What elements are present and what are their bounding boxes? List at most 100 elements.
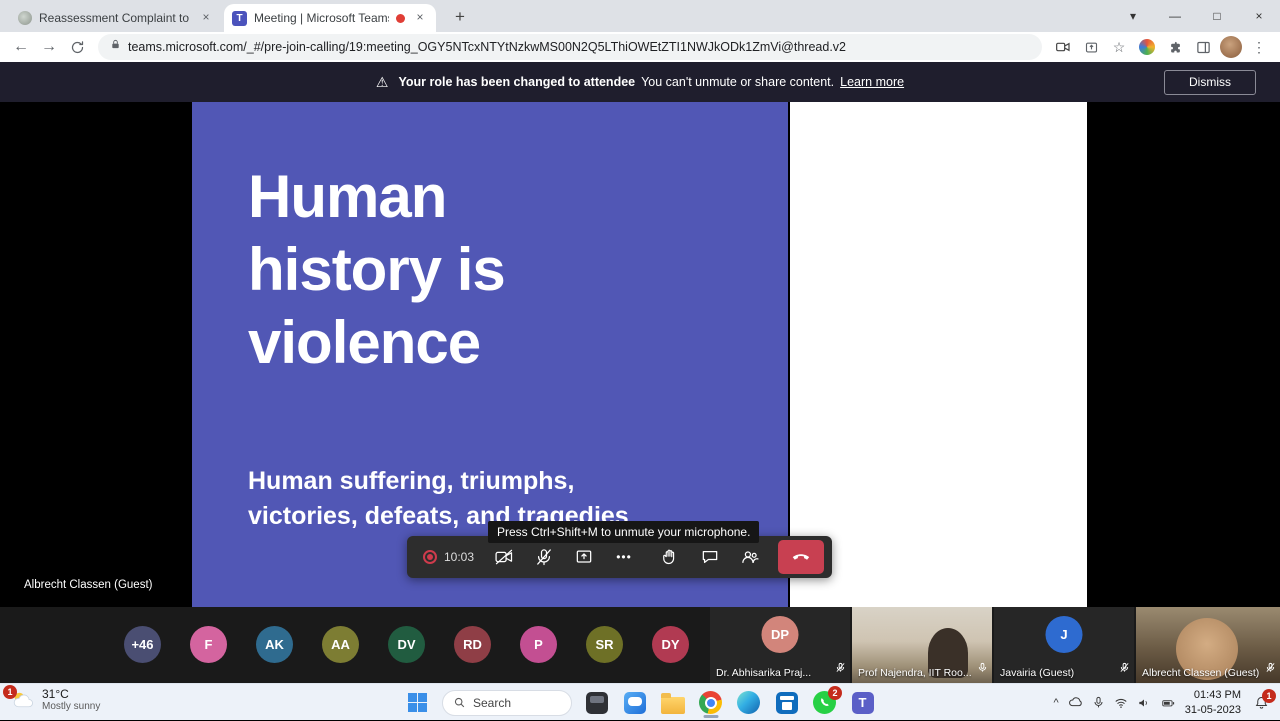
mic-off-icon: [1265, 660, 1276, 678]
camera-in-use-icon[interactable]: [1050, 34, 1076, 60]
app-chat[interactable]: [621, 688, 648, 718]
weather-desc: Mostly sunny: [42, 701, 101, 713]
participant-avatar[interactable]: AK: [256, 626, 293, 663]
participant-avatar[interactable]: DV: [388, 626, 425, 663]
avatar-initials: RD: [463, 637, 482, 652]
participant-tile[interactable]: DP Dr. Abhisarika Praj...: [710, 607, 850, 683]
tab-recording-indicator-icon: [396, 13, 405, 23]
wifi-icon[interactable]: [1114, 696, 1128, 710]
participant-name: Javairia (Guest): [1000, 667, 1075, 679]
shared-screen-white-area: [790, 102, 1087, 607]
extension-color-icon[interactable]: [1134, 34, 1160, 60]
participant-tile[interactable]: J Javairia (Guest): [994, 607, 1134, 683]
whatsapp-icon: 2: [813, 686, 842, 714]
app-whatsapp[interactable]: 2: [811, 686, 842, 718]
participant-avatar[interactable]: RD: [454, 626, 491, 663]
browser-menu-icon[interactable]: ⋮: [1246, 34, 1272, 60]
participant-avatar[interactable]: AA: [322, 626, 359, 663]
tray-mic-icon[interactable]: [1092, 696, 1105, 709]
tab-close-icon[interactable]: ×: [198, 10, 214, 26]
address-bar[interactable]: teams.microsoft.com/_#/pre-join-calling/…: [98, 34, 1042, 60]
role-changed-banner: ⚠ Your role has been changed to attendee…: [0, 62, 1280, 102]
presenter-name-label: Albrecht Classen (Guest): [24, 579, 153, 591]
avatar-initials: F: [204, 637, 213, 652]
edge-icon: [737, 691, 760, 714]
app-chrome[interactable]: [697, 688, 724, 718]
raise-hand-icon: [663, 549, 675, 565]
snip-tool-icon: [585, 691, 608, 714]
tab-search-icon[interactable]: ▾: [1112, 0, 1154, 32]
page-favicon: [18, 11, 32, 25]
dismiss-button[interactable]: Dismiss: [1164, 70, 1256, 95]
notification-badge: 1: [1262, 688, 1276, 703]
reload-button[interactable]: [64, 34, 90, 60]
close-button[interactable]: ×: [1238, 0, 1280, 32]
profile-avatar[interactable]: [1218, 34, 1244, 60]
participant-avatar[interactable]: SR: [586, 626, 623, 663]
overflow-count: +46: [131, 637, 154, 652]
window-controls: ▾ — □ ×: [1112, 0, 1280, 32]
camera-off-icon: [495, 549, 513, 565]
more-options-icon: •••: [616, 550, 632, 564]
share-page-icon[interactable]: [1078, 34, 1104, 60]
search-icon: [454, 697, 465, 708]
taskbar-search[interactable]: Search: [442, 689, 572, 716]
avatar-initials: SR: [595, 637, 614, 652]
hang-up-icon: [792, 554, 810, 560]
extensions-puzzle-icon[interactable]: [1162, 34, 1188, 60]
participant-avatar[interactable]: P: [520, 626, 557, 663]
forward-button[interactable]: →: [36, 34, 62, 60]
avatar-initials: DV: [397, 637, 416, 652]
volume-icon[interactable]: [1137, 696, 1151, 710]
learn-more-link[interactable]: Learn more: [840, 75, 904, 89]
overflow-participants-avatar[interactable]: +46: [124, 626, 161, 663]
bookmark-star-icon[interactable]: ☆: [1106, 34, 1132, 60]
tab-title: Meeting | Microsoft Teams: [254, 11, 389, 25]
url-text: teams.microsoft.com/_#/pre-join-calling/…: [128, 40, 846, 54]
browser-tabstrip: Reassessment Complaint to Univ × Meeting…: [0, 0, 1280, 32]
clock-widget[interactable]: 01:43 PM 31-05-2023: [1185, 688, 1241, 717]
tray-chevron-icon[interactable]: ^: [1054, 697, 1059, 709]
tab-teams-meeting[interactable]: Meeting | Microsoft Teams ×: [224, 4, 436, 32]
clock-time: 01:43 PM: [1193, 689, 1241, 702]
folder-icon: [660, 692, 685, 714]
tab-close-icon[interactable]: ×: [412, 10, 428, 26]
minimize-button[interactable]: —: [1154, 0, 1196, 32]
mic-icon: [977, 660, 988, 678]
tab-reassessment-complaint[interactable]: Reassessment Complaint to Univ ×: [10, 4, 222, 32]
avatar-initials: DP: [770, 627, 790, 642]
notification-center[interactable]: 1: [1250, 688, 1276, 715]
app-store[interactable]: [773, 688, 800, 718]
battery-icon[interactable]: [1160, 696, 1176, 710]
app-snip-tool[interactable]: [583, 688, 610, 718]
weather-badge: 1: [3, 684, 17, 699]
participant-avatar[interactable]: F: [190, 626, 227, 663]
hang-up-button[interactable]: [778, 540, 825, 574]
participant-name: Prof Najendra, IIT Roo...: [858, 667, 972, 679]
participants-icon: [742, 551, 759, 564]
participant-video-tile[interactable]: Albrecht Classen (Guest): [1136, 607, 1280, 683]
weather-widget[interactable]: 1 31°C Mostly sunny: [3, 684, 101, 713]
avatar-initials: AK: [265, 637, 284, 652]
participant-video-tile[interactable]: Prof Najendra, IIT Roo...: [852, 607, 992, 683]
avatar-initials: AA: [331, 637, 350, 652]
new-tab-button[interactable]: +: [448, 6, 472, 30]
onedrive-cloud-icon[interactable]: [1068, 695, 1083, 710]
app-edge[interactable]: [735, 688, 762, 718]
mic-off-icon: [537, 549, 551, 566]
record-icon: [423, 550, 437, 564]
app-file-explorer[interactable]: [659, 688, 686, 718]
store-icon: [775, 691, 798, 714]
system-tray: ^ 01:43 PM 31-05-2023 1: [1054, 684, 1276, 721]
clock-date: 31-05-2023: [1184, 703, 1241, 716]
side-panel-icon[interactable]: [1190, 34, 1216, 60]
back-button[interactable]: ←: [8, 34, 34, 60]
participant-avatar[interactable]: DY: [652, 626, 689, 663]
maximize-button[interactable]: □: [1196, 0, 1238, 32]
avatar-initials: DY: [661, 637, 680, 652]
banner-title: Your role has been changed to attendee: [398, 75, 636, 89]
app-teams[interactable]: [849, 688, 876, 718]
whatsapp-badge: 2: [828, 686, 842, 700]
start-button[interactable]: [404, 688, 431, 718]
teams-icon: [851, 691, 874, 714]
